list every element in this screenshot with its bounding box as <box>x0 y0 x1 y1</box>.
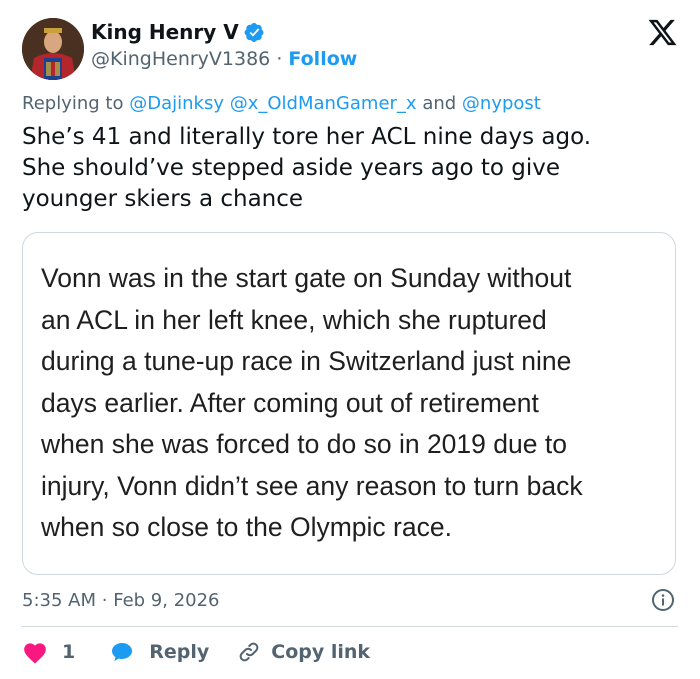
avatar[interactable] <box>22 18 84 80</box>
mention-link-1[interactable]: @Dajinksy <box>129 93 224 114</box>
mention-link-2[interactable]: @x_OldManGamer_x <box>230 93 417 114</box>
reply-bubble-icon <box>112 643 133 661</box>
author-display-name[interactable]: King Henry V <box>91 20 239 44</box>
timestamp-separator: · <box>101 590 108 611</box>
author-handle-line: @KingHenryV1386 · Follow <box>91 48 357 70</box>
reply-button[interactable]: Reply <box>109 640 209 664</box>
reply-label: Reply <box>149 641 210 663</box>
tweet-text: She’s 41 and literally tore her ACL nine… <box>22 124 592 212</box>
attached-image-card[interactable]: Vonn was in the start gate on Sunday wit… <box>22 232 676 575</box>
replying-to-line: Replying to @Dajinksy @x_OldManGamer_x a… <box>22 93 541 114</box>
link-icon <box>239 642 259 662</box>
replying-prefix: Replying to <box>22 93 124 114</box>
follow-button[interactable]: Follow <box>288 48 357 70</box>
divider <box>22 626 678 627</box>
like-button[interactable]: 1 <box>22 640 75 664</box>
verified-badge-icon <box>244 22 264 42</box>
replying-conjunction: and <box>422 93 457 114</box>
royal-portrait-avatar-icon <box>22 18 84 80</box>
tweet-time: 5:35 AM <box>22 590 96 611</box>
tweet-timestamp[interactable]: 5:35 AM · Feb 9, 2026 <box>22 590 220 611</box>
x-logo-icon[interactable] <box>647 17 678 48</box>
action-bar: 1 Reply Copy link <box>22 638 370 666</box>
copy-link-button[interactable]: Copy link <box>237 640 370 664</box>
copy-link-label: Copy link <box>271 641 371 663</box>
attached-image-text: Vonn was in the start gate on Sunday wit… <box>41 263 583 542</box>
handle-separator: · <box>276 48 283 70</box>
heart-icon <box>24 643 46 664</box>
tweet-date: Feb 9, 2026 <box>113 590 220 611</box>
like-count: 1 <box>62 641 76 663</box>
info-icon[interactable] <box>651 588 675 612</box>
author-handle[interactable]: @KingHenryV1386 <box>91 48 270 70</box>
mention-link-3[interactable]: @nypost <box>462 93 541 114</box>
author-display-name-row[interactable]: King Henry V <box>91 20 265 44</box>
